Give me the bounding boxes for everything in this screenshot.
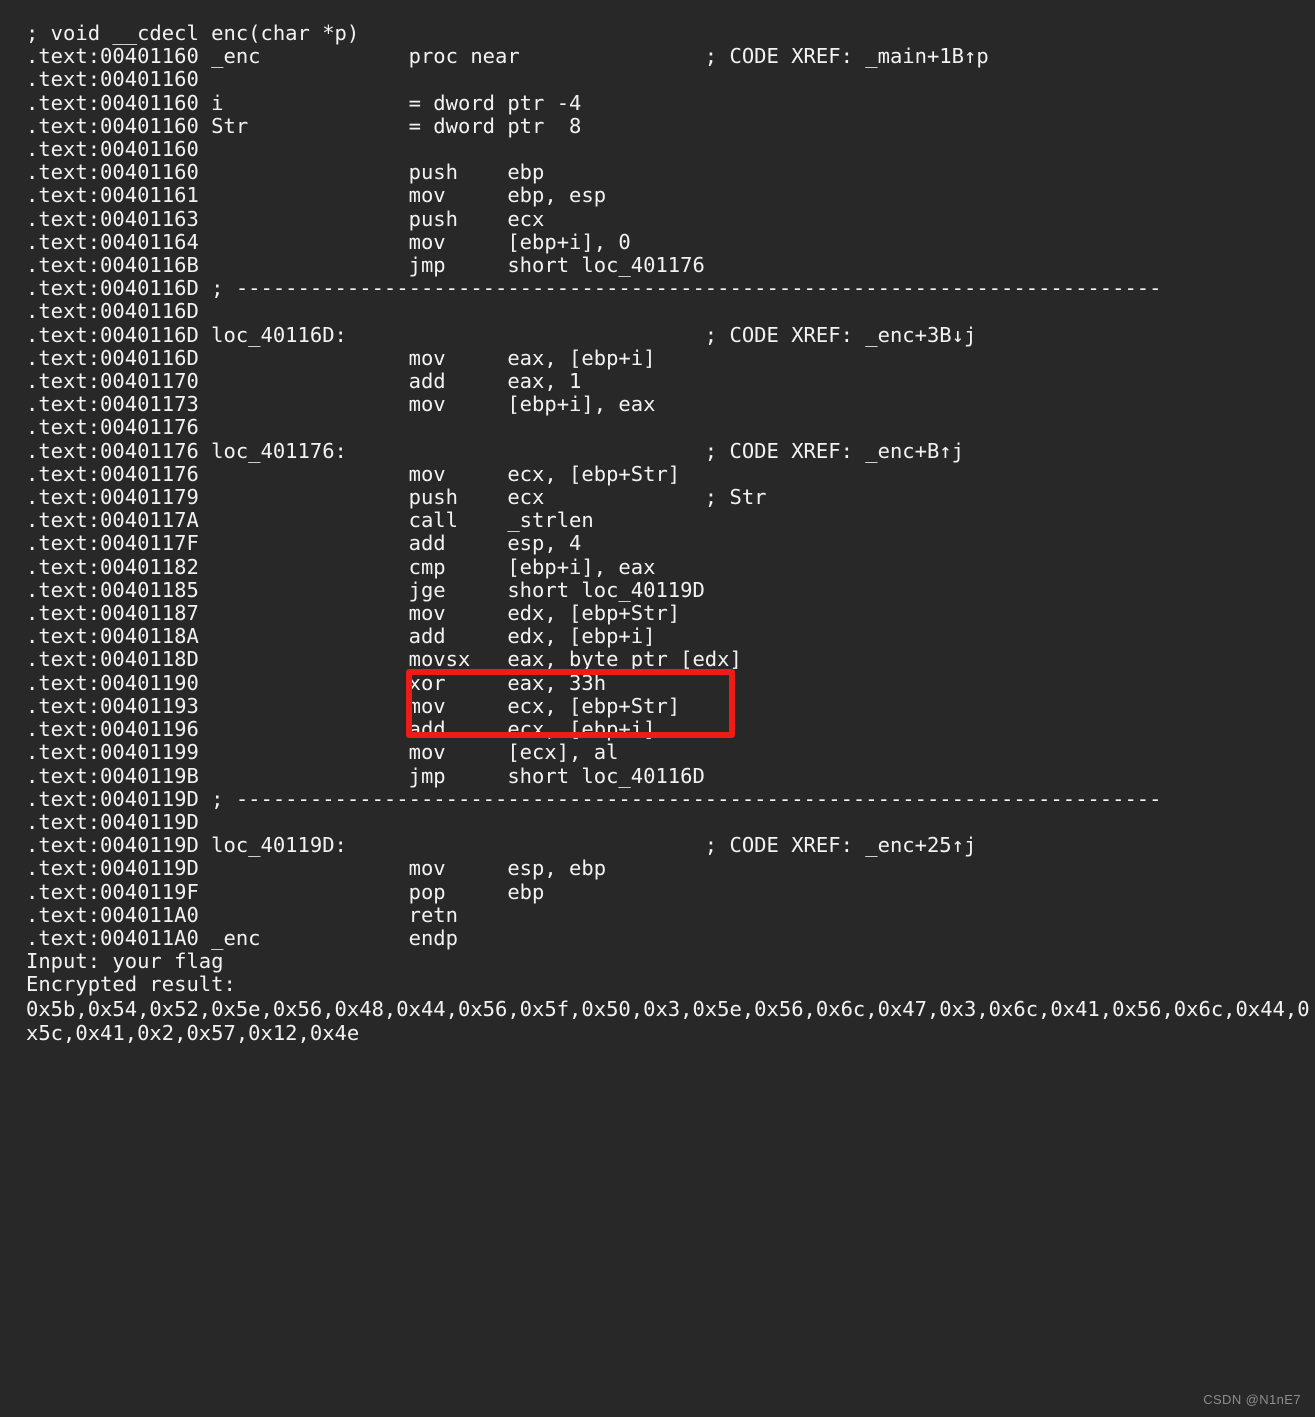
disassembly-line[interactable]: .text:00401160 i = dword ptr -4: [26, 91, 1315, 115]
disassembly-line[interactable]: .text:0040119D ; -----------------------…: [26, 787, 1315, 811]
disassembly-line[interactable]: .text:0040119F pop ebp: [26, 880, 1315, 904]
disassembly-line[interactable]: .text:00401185 jge short loc_40119D: [26, 578, 1315, 602]
disassembly-line[interactable]: .text:00401164 mov [ebp+i], 0: [26, 230, 1315, 254]
disassembly-line[interactable]: .text:00401160 Str = dword ptr 8: [26, 114, 1315, 138]
disassembly-line[interactable]: .text:00401190 xor eax, 33h: [26, 671, 1315, 695]
disassembly-line[interactable]: .text:0040119B jmp short loc_40116D: [26, 764, 1315, 788]
input-prompt-line: Input: your flag: [26, 949, 224, 974]
disassembly-line[interactable]: ; void __cdecl enc(char *p): [26, 21, 1315, 45]
disassembly-line[interactable]: .text:0040119D: [26, 810, 1315, 834]
disassembly-line[interactable]: .text:00401170 add eax, 1: [26, 369, 1315, 393]
disassembly-line[interactable]: .text:0040118D movsx eax, byte ptr [edx]: [26, 648, 1315, 671]
disassembly-line[interactable]: .text:0040116D loc_40116D: ; CODE XREF: …: [26, 323, 1315, 347]
encrypted-bytes[interactable]: 0x5b,0x54,0x52,0x5e,0x56,0x48,0x44,0x56,…: [26, 997, 1315, 1046]
disassembly-line[interactable]: .text:0040116D ; -----------------------…: [26, 277, 1315, 300]
csdn-watermark: CSDN @N1nE7: [1203, 1392, 1301, 1407]
disassembly-line[interactable]: .text:0040116B jmp short loc_401176: [26, 253, 1315, 277]
disassembly-line[interactable]: .text:00401187 mov edx, [ebp+Str]: [26, 601, 1315, 625]
disassembly-line[interactable]: .text:00401176 mov ecx, [ebp+Str]: [26, 462, 1315, 486]
disassembly-line[interactable]: .text:0040117F add esp, 4: [26, 532, 1315, 555]
disassembly-line[interactable]: .text:00401179 push ecx ; Str: [26, 485, 1315, 509]
disassembly-line[interactable]: .text:0040116D: [26, 300, 1315, 323]
disassembly-line[interactable]: .text:0040116D mov eax, [ebp+i]: [26, 346, 1315, 370]
disassembly-line[interactable]: .text:0040119D loc_40119D: ; CODE XREF: …: [26, 833, 1315, 857]
disassembly-line[interactable]: .text:0040117A call _strlen: [26, 509, 1315, 532]
disassembly-line[interactable]: .text:004011A0 _enc endp: [26, 926, 1315, 950]
disassembly-line[interactable]: .text:00401160: [26, 137, 1315, 161]
disassembly-line[interactable]: .text:00401161 mov ebp, esp: [26, 184, 1315, 207]
encrypted-result-label: Encrypted result:: [26, 972, 236, 997]
disassembly-listing[interactable]: ; void __cdecl enc(char *p) .text:0040116…: [26, 21, 1315, 1046]
disassembly-line[interactable]: .text:00401196 add ecx, [ebp+i]: [26, 717, 1315, 741]
disassembly-line[interactable]: .text:00401182 cmp [ebp+i], eax: [26, 555, 1315, 579]
disassembly-line[interactable]: .text:00401160 push ebp: [26, 161, 1315, 184]
disassembly-line[interactable]: .text:00401160: [26, 68, 1315, 91]
disassembly-line[interactable]: .text:00401176 loc_401176: ; CODE XREF: …: [26, 439, 1315, 463]
disassembly-line[interactable]: .text:00401160 _enc proc near ; CODE XRE…: [26, 45, 1315, 68]
disassembly-line[interactable]: .text:0040119D mov esp, ebp: [26, 857, 1315, 880]
disassembly-line[interactable]: .text:0040118A add edx, [ebp+i]: [26, 625, 1315, 648]
disassembly-line[interactable]: .text:00401173 mov [ebp+i], eax: [26, 393, 1315, 416]
disassembly-line[interactable]: .text:00401163 push ecx: [26, 207, 1315, 231]
disassembly-line[interactable]: .text:00401193 mov ecx, [ebp+Str]: [26, 694, 1315, 718]
disassembly-line[interactable]: .text:00401176: [26, 416, 1315, 439]
disassembly-screen: ; void __cdecl enc(char *p) .text:0040116…: [0, 0, 1315, 1417]
disassembly-line[interactable]: .text:00401199 mov [ecx], al: [26, 741, 1315, 764]
disassembly-line[interactable]: .text:004011A0 retn: [26, 903, 1315, 927]
